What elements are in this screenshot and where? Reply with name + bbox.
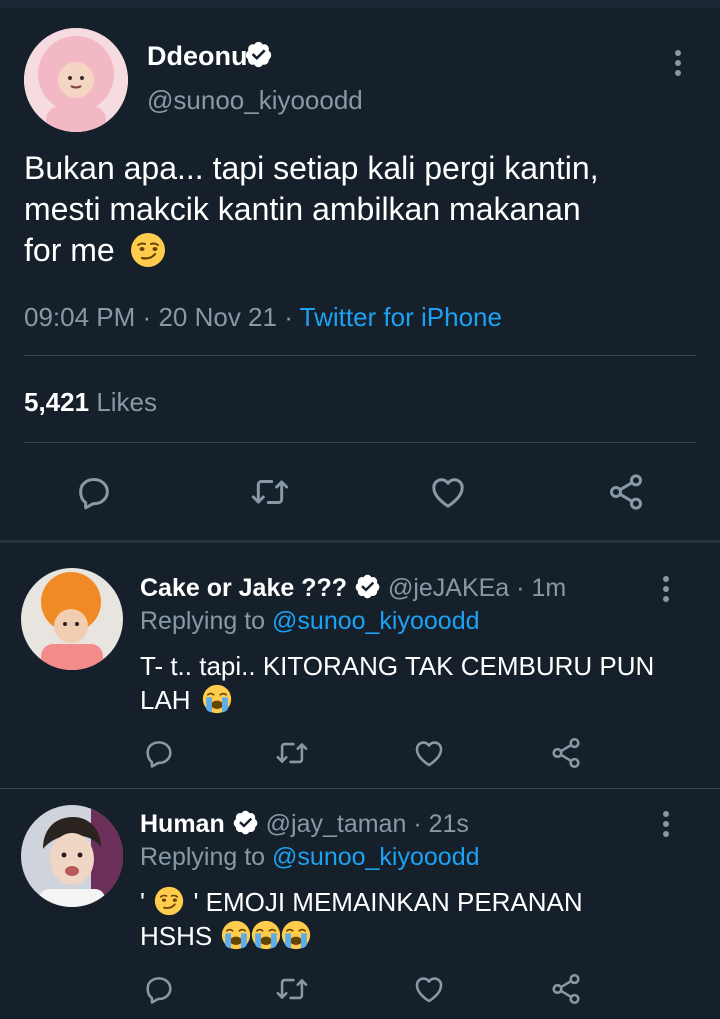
reply-age: 21s: [428, 810, 469, 838]
like-icon[interactable]: [428, 472, 468, 512]
meta-separator: ·: [516, 574, 525, 602]
retweet-icon[interactable]: [250, 472, 290, 512]
likes-label: Likes: [96, 387, 158, 417]
tweet-meta: 09:04 PM · 20 Nov 21 · Twitter for iPhon…: [24, 302, 502, 333]
tweet-text-line: Bukan apa... tapi setiap kali pergi kant…: [24, 150, 599, 186]
handle[interactable]: @sunoo_kiyooodd: [147, 85, 363, 116]
retweet-icon[interactable]: [275, 972, 309, 1006]
crying-emoji: [281, 920, 311, 950]
more-icon[interactable]: [662, 811, 670, 841]
replying-handle-link[interactable]: @sunoo_kiyooodd: [272, 607, 479, 635]
verified-icon: [354, 573, 381, 600]
avatar[interactable]: [21, 568, 123, 670]
tweet-time: 09:04 PM: [24, 302, 136, 332]
reply-text-post: ' EMOJI MEMAINKAN PERANAN: [193, 887, 583, 917]
reply-text-line: LAH: [140, 685, 191, 715]
divider: [0, 788, 720, 789]
like-icon[interactable]: [412, 972, 446, 1006]
share-icon[interactable]: [606, 472, 646, 512]
replying-to: Replying to @sunoo_kiyooodd: [140, 607, 480, 636]
replying-label: Replying to: [140, 843, 266, 871]
more-icon[interactable]: [674, 50, 682, 80]
smirk-emoji: [130, 232, 166, 268]
likes-count: 5,421: [24, 387, 90, 417]
display-name[interactable]: Human: [140, 810, 225, 838]
display-name[interactable]: Ddeonu: [147, 41, 248, 72]
share-icon[interactable]: [549, 972, 583, 1006]
reply-header: Human @jay_taman · 21s: [140, 810, 469, 839]
reply-text-pre: ': [140, 887, 145, 917]
meta-separator: ·: [413, 810, 422, 838]
retweet-icon[interactable]: [275, 736, 309, 770]
replying-label: Replying to: [140, 607, 266, 635]
crying-emoji: [221, 920, 251, 950]
verified-icon: [232, 809, 259, 836]
reply-icon[interactable]: [142, 972, 176, 1006]
avatar[interactable]: [21, 805, 123, 907]
tweet-text: Bukan apa... tapi setiap kali pergi kant…: [24, 148, 704, 271]
reply-icon[interactable]: [142, 736, 176, 770]
tweet-text-line: mesti makcik kantin ambilkan makanan: [24, 191, 581, 227]
reply-icon[interactable]: [74, 472, 114, 512]
tweet-date: 20 Nov 21: [158, 302, 277, 332]
verified-icon: [244, 40, 273, 69]
section-divider: [0, 540, 720, 543]
tweet-source-link[interactable]: Twitter for iPhone: [300, 302, 502, 332]
reply-text-line: HSHS: [140, 921, 213, 951]
divider: [24, 355, 696, 356]
tweet-text-line: for me: [24, 232, 115, 268]
meta-separator: ·: [142, 302, 152, 332]
smirk-emoji: [154, 886, 184, 916]
likes-stat[interactable]: 5,421 Likes: [24, 387, 157, 418]
crying-emoji: [202, 684, 232, 714]
replying-handle-link[interactable]: @sunoo_kiyooodd: [272, 843, 479, 871]
top-strip: [0, 0, 720, 8]
reply-text: ' ' EMOJI MEMAINKAN PERANAN HSHS: [140, 885, 700, 953]
like-icon[interactable]: [412, 736, 446, 770]
handle[interactable]: @jay_taman: [266, 810, 407, 838]
meta-separator: ·: [284, 302, 293, 332]
crying-emoji: [251, 920, 281, 950]
reply-text: T- t.. tapi.. KITORANG TAK CEMBURU PUN L…: [140, 649, 700, 717]
avatar[interactable]: [24, 28, 128, 132]
handle[interactable]: @jeJAKEa: [388, 574, 509, 602]
reply-header: Cake or Jake ??? @jeJAKEa · 1m: [140, 574, 566, 603]
more-icon[interactable]: [662, 576, 670, 606]
share-icon[interactable]: [549, 736, 583, 770]
replying-to: Replying to @sunoo_kiyooodd: [140, 843, 480, 872]
reply-age: 1m: [531, 574, 567, 602]
display-name[interactable]: Cake or Jake ???: [140, 574, 347, 602]
reply-text-line: T- t.. tapi.. KITORANG TAK CEMBURU PUN: [140, 651, 655, 681]
divider: [24, 442, 696, 443]
